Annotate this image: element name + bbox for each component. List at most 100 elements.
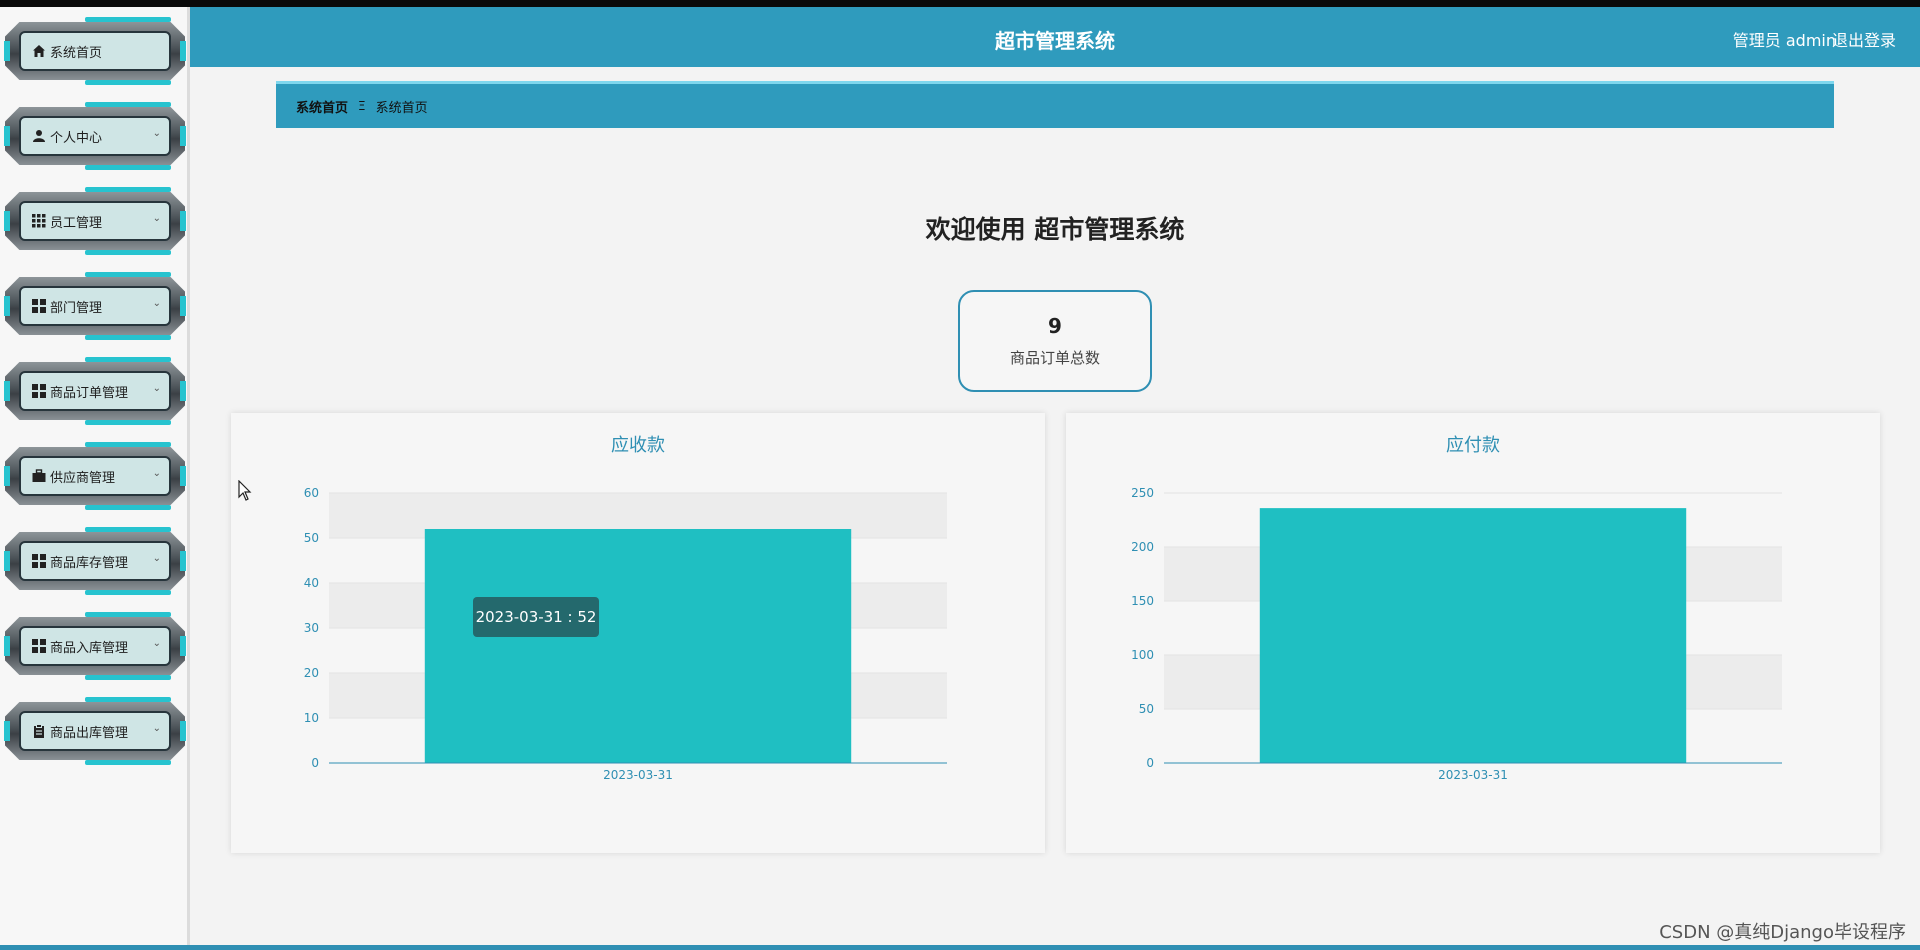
sidebar-item-label: 商品订单管理 [50, 385, 129, 401]
app-title: 超市管理系统 [995, 29, 1115, 53]
chevron-down-icon: ⌄ [152, 383, 161, 394]
nav-button-face[interactable]: 部门管理 ⌄ [19, 286, 171, 326]
nav-tab-decoration [85, 505, 171, 510]
chevron-down-icon: ⌄ [152, 553, 161, 564]
nav-side-accent [4, 636, 10, 656]
sidebar-item-label: 个人中心 [50, 130, 103, 146]
chevron-down-icon: ⌄ [152, 213, 161, 224]
receivable-chart: 应收款 0 10 20 30 40 50 60 2023-03-31 [304, 435, 947, 782]
watermark: CSDN @真纯Django毕设程序 [1659, 922, 1906, 943]
sidebar-item-4[interactable]: 部门管理 ⌄ [4, 272, 186, 340]
y-tick-label: 250 [1131, 486, 1154, 500]
sidebar-item-label: 商品出库管理 [50, 725, 129, 741]
nav-tab-decoration [85, 80, 171, 85]
nav-side-accent [180, 381, 186, 401]
breadcrumb-current: 系统首页 [375, 100, 428, 116]
nav-button-face[interactable]: 商品库存管理 ⌄ [19, 541, 171, 581]
y-tick-label: 20 [304, 666, 319, 680]
chevron-down-icon: ⌄ [152, 638, 161, 649]
sidebar: 系统首页 个人中心 ⌄ 员工管理 ⌄ 部门管理 ⌄ 商品订单管理 ⌄ 供应商管理 ⌄ 商品库存管理 ⌄ 商… [0, 7, 190, 945]
nav-button-face[interactable]: 系统首页 [19, 31, 171, 71]
logout-link[interactable]: 退出登录 [1832, 27, 1896, 51]
nav-tab-decoration [85, 527, 171, 532]
y-tick-label: 60 [304, 486, 319, 500]
nav-tab-decoration [85, 760, 171, 765]
nav-side-accent [4, 126, 10, 146]
nav-button-face[interactable]: 商品订单管理 ⌄ [19, 371, 171, 411]
nav-tab-decoration [85, 357, 171, 362]
person-icon [31, 128, 47, 144]
header: 超市管理系统 管理员 admin 退出登录 [190, 7, 1920, 67]
nav-side-accent [4, 466, 10, 486]
y-tick-label: 100 [1131, 648, 1154, 662]
payable-chart-card: 应付款 0 50 100 150 200 250 2023-03-31 [1066, 413, 1880, 853]
breadcrumb-home[interactable]: 系统首页 [296, 97, 348, 116]
welcome-heading: 欢迎使用 超市管理系统 [925, 215, 1185, 244]
x-tick-label: 2023-03-31 [603, 768, 673, 782]
nav-tab-decoration [85, 697, 171, 702]
nav-side-accent [4, 551, 10, 571]
sidebar-item-label: 商品库存管理 [50, 555, 129, 571]
sidebar-item-label: 系统首页 [50, 45, 103, 61]
breadcrumb-separator-icon: Ξ [358, 99, 366, 113]
payable-chart: 应付款 0 50 100 150 200 250 2023-03-31 [1131, 435, 1782, 782]
grid-icon [31, 638, 47, 654]
chevron-down-icon: ⌄ [152, 298, 161, 309]
chevron-down-icon: ⌄ [152, 723, 161, 734]
grid-icon [31, 383, 47, 399]
nav-tab-decoration [85, 612, 171, 617]
nav-tab-decoration [85, 187, 171, 192]
sidebar-item-5[interactable]: 商品订单管理 ⌄ [4, 357, 186, 425]
nav-button-face[interactable]: 员工管理 ⌄ [19, 201, 171, 241]
grid-dots-icon [31, 213, 47, 229]
nav-tab-decoration [85, 165, 171, 170]
nav-tab-decoration [85, 442, 171, 447]
sidebar-item-label: 供应商管理 [50, 470, 116, 486]
nav-side-accent [180, 211, 186, 231]
sidebar-item-1[interactable]: 系统首页 [4, 17, 186, 85]
nav-side-accent [4, 721, 10, 741]
nav-tab-decoration [85, 420, 171, 425]
nav-button-face[interactable]: 商品出库管理 ⌄ [19, 711, 171, 751]
nav-side-accent [180, 551, 186, 571]
nav-side-accent [180, 721, 186, 741]
nav-side-accent [4, 381, 10, 401]
sidebar-item-label: 员工管理 [50, 215, 103, 231]
y-tick-label: 40 [304, 576, 319, 590]
nav-tab-decoration [85, 102, 171, 107]
breadcrumb: 系统首页 Ξ 系统首页 [276, 81, 1834, 128]
nav-side-accent [4, 41, 10, 61]
sidebar-item-9[interactable]: 商品出库管理 ⌄ [4, 697, 186, 765]
chart-title: 应付款 [1446, 435, 1500, 456]
sidebar-item-3[interactable]: 员工管理 ⌄ [4, 187, 186, 255]
sidebar-item-6[interactable]: 供应商管理 ⌄ [4, 442, 186, 510]
nav-button-face[interactable]: 供应商管理 ⌄ [19, 456, 171, 496]
order-count-card: 9 商品订单总数 [958, 290, 1152, 392]
chevron-down-icon: ⌄ [152, 468, 161, 479]
home-icon [31, 43, 47, 59]
y-tick-label: 0 [1146, 756, 1154, 770]
nav-side-accent [4, 211, 10, 231]
bar [1259, 508, 1687, 763]
nav-side-accent [180, 41, 186, 61]
sidebar-item-7[interactable]: 商品库存管理 ⌄ [4, 527, 186, 595]
nav-side-accent [4, 296, 10, 316]
top-border [0, 0, 1920, 7]
y-tick-label: 30 [304, 621, 319, 635]
chart-title: 应收款 [611, 435, 665, 456]
nav-side-accent [180, 296, 186, 316]
nav-button-face[interactable]: 个人中心 ⌄ [19, 116, 171, 156]
clipboard-icon [31, 723, 47, 739]
receivable-chart-card: 应收款 0 10 20 30 40 50 60 2023-03-31 [231, 413, 1045, 853]
nav-side-accent [180, 126, 186, 146]
sidebar-item-2[interactable]: 个人中心 ⌄ [4, 102, 186, 170]
sidebar-item-8[interactable]: 商品入库管理 ⌄ [4, 612, 186, 680]
bottom-border [0, 945, 1920, 950]
nav-button-face[interactable]: 商品入库管理 ⌄ [19, 626, 171, 666]
y-tick-label: 0 [311, 756, 319, 770]
y-tick-label: 150 [1131, 594, 1154, 608]
bar [424, 529, 852, 763]
nav-tab-decoration [85, 272, 171, 277]
nav-tab-decoration [85, 335, 171, 340]
current-user: 管理员 admin [1732, 31, 1836, 50]
